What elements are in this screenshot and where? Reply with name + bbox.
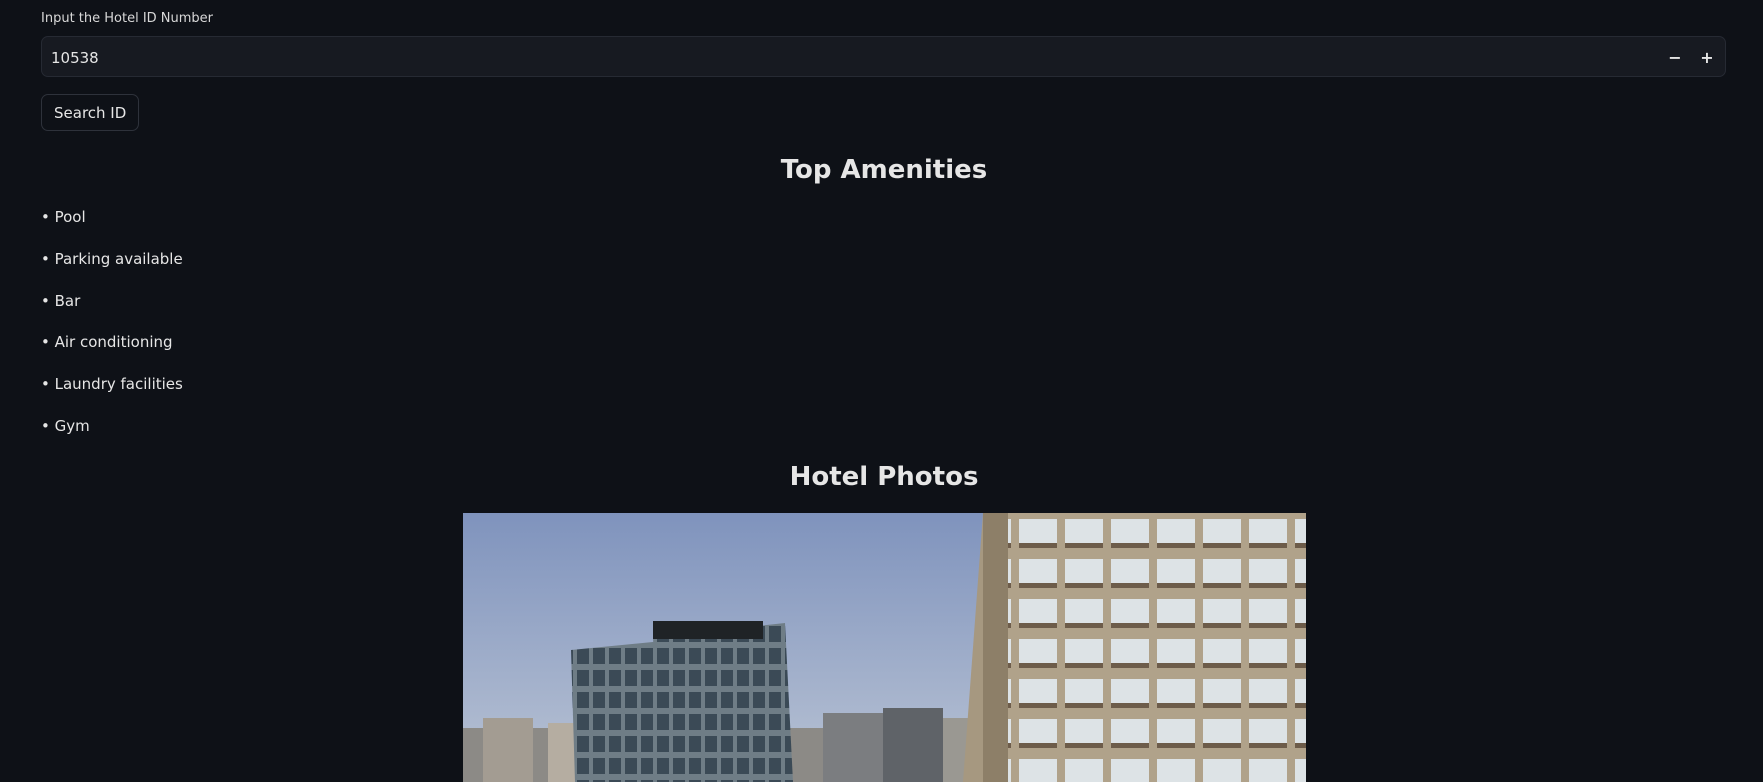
hotel-id-label: Input the Hotel ID Number	[41, 11, 214, 26]
hotel-photo	[463, 513, 1306, 782]
plus-icon: +	[1700, 47, 1714, 67]
hotel-id-number-input: − +	[41, 36, 1726, 78]
amenity-item: • Air conditioning	[41, 333, 173, 351]
amenity-item: • Gym	[41, 417, 90, 435]
amenity-item: • Pool	[41, 208, 86, 226]
amenity-item: • Bar	[41, 292, 81, 310]
amenity-item: • Laundry facilities	[41, 375, 183, 393]
top-amenities-heading: Top Amenities	[780, 155, 988, 185]
hotel-photos-heading: Hotel Photos	[789, 462, 979, 492]
amenity-item: • Parking available	[41, 250, 183, 268]
increment-button[interactable]: +	[1695, 45, 1719, 69]
hotel-id-field[interactable]	[42, 37, 1653, 78]
search-id-button[interactable]: Search ID	[41, 94, 140, 131]
minus-icon: −	[1668, 47, 1682, 67]
hotel-photo-illustration	[463, 513, 1306, 782]
page: Input the Hotel ID Number − + Search ID …	[0, 0, 1763, 782]
decrement-button[interactable]: −	[1663, 45, 1687, 69]
